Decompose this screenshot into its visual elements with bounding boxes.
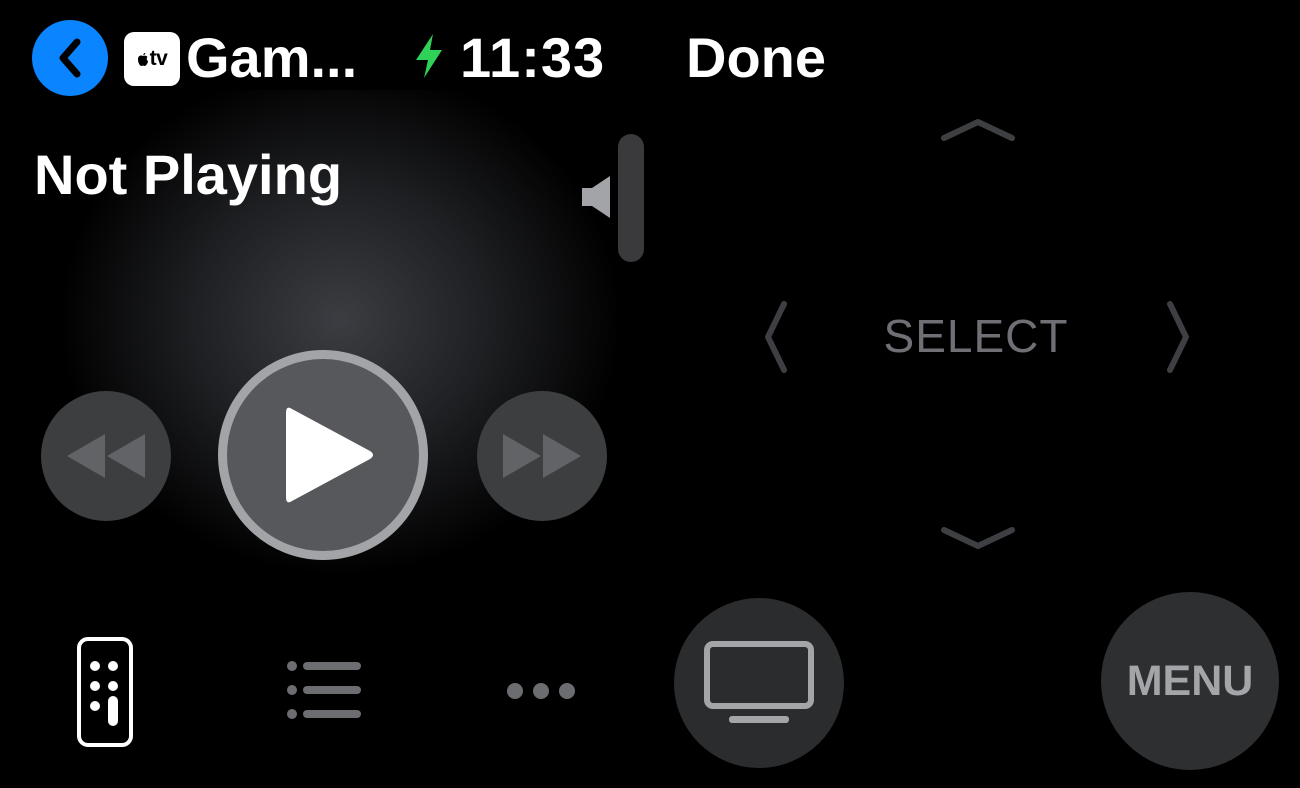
remote-icon [77,637,133,747]
dpad-left-button[interactable] [760,300,790,374]
clock: 11:33 [460,26,606,89]
app-badge-label: tv [149,47,168,70]
select-button[interactable]: SELECT [876,310,1076,362]
play-icon [286,407,373,503]
remote-tab[interactable] [76,636,134,748]
rewind-icon [67,434,145,478]
tv-button[interactable] [674,598,844,768]
now-playing-title: Not Playing [34,143,343,206]
dpad-down-button[interactable] [940,524,1016,552]
play-button[interactable] [218,350,428,560]
apple-tv-badge: tv [124,32,180,86]
rewind-button[interactable] [41,391,171,521]
dpad-up-button[interactable] [940,116,1016,144]
ellipsis-icon [507,683,575,699]
tv-icon [704,641,814,723]
menu-button-label: MENU [1126,656,1254,705]
list-icon [287,661,361,719]
menu-button[interactable]: MENU [1101,592,1279,770]
dpad-right-button[interactable] [1164,300,1194,374]
list-tab[interactable] [283,658,365,722]
chevron-left-icon [59,38,81,78]
fast-forward-button[interactable] [477,391,607,521]
done-button[interactable]: Done [686,26,826,90]
more-tab[interactable] [500,676,582,706]
lightning-bolt-icon [416,34,442,78]
apple-logo-icon [137,52,148,66]
speaker-icon [582,176,610,218]
back-button[interactable] [32,20,108,96]
fast-forward-icon [503,434,581,478]
app-title: Gam... [186,26,358,89]
volume-slider[interactable] [618,134,644,262]
